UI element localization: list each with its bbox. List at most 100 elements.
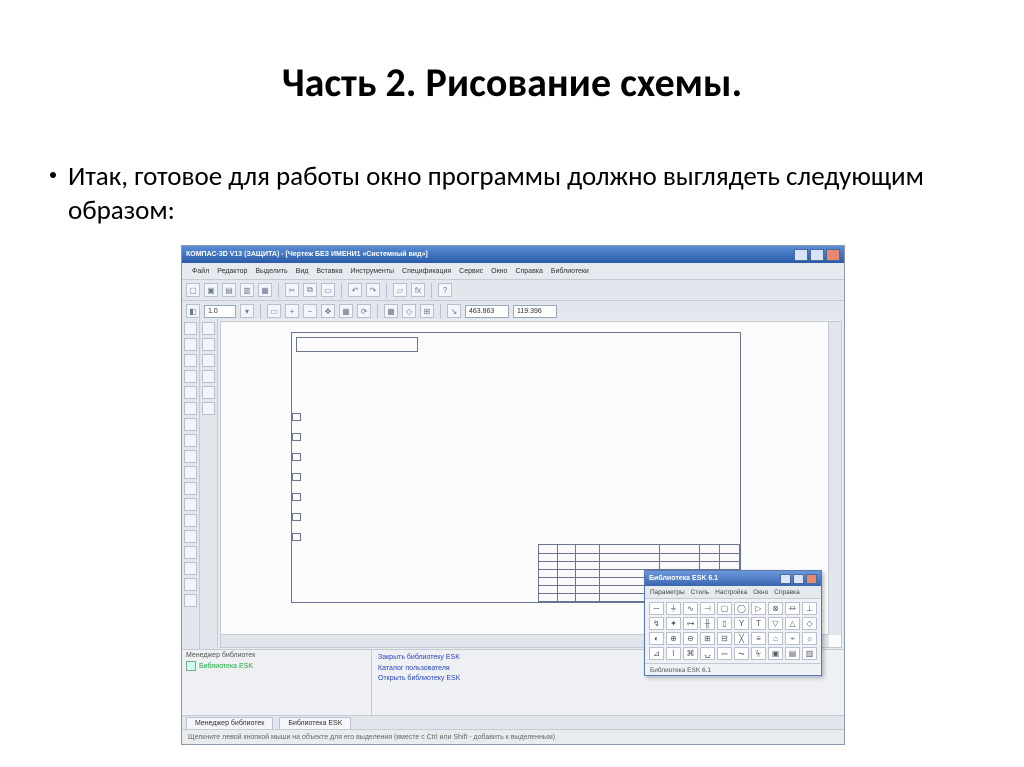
- save-icon[interactable]: ▤: [222, 283, 236, 297]
- cut-icon[interactable]: ✂: [285, 283, 299, 297]
- library-tree-item[interactable]: Библиотека ESK: [186, 661, 367, 671]
- palette-menu-style[interactable]: Стиль: [691, 589, 709, 596]
- ortho-icon[interactable]: ⊞: [420, 304, 434, 318]
- help-icon[interactable]: ?: [438, 283, 452, 297]
- symbol-icon[interactable]: ✦: [666, 617, 681, 630]
- symbol-icon[interactable]: ⏚: [666, 602, 681, 615]
- palette-menu-window[interactable]: Окно: [753, 589, 768, 596]
- palette-maximize-button[interactable]: [793, 574, 804, 584]
- symbol-icon[interactable]: ▣: [768, 647, 783, 660]
- symbol-icon[interactable]: ╳: [734, 632, 749, 645]
- symbol-icon[interactable]: ⊣: [700, 602, 715, 615]
- symbol-icon[interactable]: ▯: [717, 617, 732, 630]
- symbol-icon[interactable]: ◇: [802, 617, 817, 630]
- paste-icon[interactable]: ▭: [321, 283, 335, 297]
- extra1-icon[interactable]: [184, 562, 197, 575]
- symbol-icon[interactable]: ⊗: [768, 602, 783, 615]
- menu-help[interactable]: Справка: [515, 268, 542, 275]
- symbol-icon[interactable]: ─: [649, 602, 664, 615]
- zoom-in-icon[interactable]: +: [285, 304, 299, 318]
- symbol-icon[interactable]: ☼: [802, 632, 817, 645]
- hatch-icon[interactable]: [184, 450, 197, 463]
- line-icon[interactable]: [184, 338, 197, 351]
- symbol-icon[interactable]: Y: [734, 617, 749, 630]
- dim-icon[interactable]: [184, 434, 197, 447]
- compact5-icon[interactable]: [202, 386, 215, 399]
- menu-file[interactable]: Файл: [192, 268, 209, 275]
- menu-window[interactable]: Окно: [491, 268, 507, 275]
- symbol-icon[interactable]: ⊞: [700, 632, 715, 645]
- edit-icon[interactable]: [184, 466, 197, 479]
- circle-icon[interactable]: [184, 354, 197, 367]
- close-button[interactable]: [826, 249, 840, 261]
- menu-view[interactable]: Вид: [296, 268, 309, 275]
- menu-insert[interactable]: Вставка: [316, 268, 342, 275]
- redo-icon[interactable]: ↷: [366, 283, 380, 297]
- symbol-icon[interactable]: ⊟: [717, 632, 732, 645]
- refresh-icon[interactable]: ⟳: [357, 304, 371, 318]
- compact2-icon[interactable]: [202, 338, 215, 351]
- symbol-icon[interactable]: ⍽: [700, 647, 715, 660]
- minimize-button[interactable]: [794, 249, 808, 261]
- compact1-icon[interactable]: [202, 322, 215, 335]
- arc-icon[interactable]: [184, 370, 197, 383]
- maximize-button[interactable]: [810, 249, 824, 261]
- zoom-out-icon[interactable]: −: [303, 304, 317, 318]
- symbol-icon[interactable]: ▢: [717, 602, 732, 615]
- rect-icon[interactable]: [184, 386, 197, 399]
- tab-library-manager[interactable]: Менеджер библиотек: [186, 717, 273, 730]
- symbol-icon[interactable]: ⌁: [785, 632, 800, 645]
- pan-icon[interactable]: ✥: [321, 304, 335, 318]
- symbol-icon[interactable]: ╫: [700, 617, 715, 630]
- symbol-icon[interactable]: ⏧: [751, 647, 766, 660]
- menu-tools[interactable]: Инструменты: [350, 268, 394, 275]
- palette-close-button[interactable]: [806, 574, 817, 584]
- symbol-icon[interactable]: ◐: [649, 632, 664, 645]
- print-icon[interactable]: ▥: [240, 283, 254, 297]
- symbol-icon[interactable]: ⏛: [785, 602, 800, 615]
- cursor-icon[interactable]: [184, 322, 197, 335]
- symbol-icon[interactable]: △: [785, 617, 800, 630]
- symbol-icon[interactable]: ⎓: [717, 647, 732, 660]
- palette-titlebar[interactable]: Библиотека ESK 6.1: [645, 571, 821, 586]
- palette-menu-help[interactable]: Справка: [774, 589, 800, 596]
- spec-icon[interactable]: [184, 514, 197, 527]
- dropdown-icon[interactable]: ▾: [240, 304, 254, 318]
- library-palette[interactable]: Библиотека ESK 6.1 Параметры Стиль Настр…: [644, 570, 822, 676]
- coord-y[interactable]: 119.396: [513, 305, 557, 318]
- symbol-icon[interactable]: ▷: [751, 602, 766, 615]
- tab-library-esk[interactable]: Библиотека ESK: [279, 717, 351, 730]
- text-icon[interactable]: [184, 418, 197, 431]
- extra2-icon[interactable]: [184, 578, 197, 591]
- spline-icon[interactable]: [184, 402, 197, 415]
- symbol-icon[interactable]: ⊿: [649, 647, 664, 660]
- menu-select[interactable]: Выделить: [255, 268, 287, 275]
- palette-minimize-button[interactable]: [780, 574, 791, 584]
- coord-x[interactable]: 463.863: [465, 305, 509, 318]
- layer-icon[interactable]: ◧: [186, 304, 200, 318]
- scale-field[interactable]: 1.0: [204, 305, 236, 318]
- palette-menu-settings[interactable]: Настройка: [715, 589, 747, 596]
- new-icon[interactable]: ▢: [186, 283, 200, 297]
- symbol-icon[interactable]: ⌘: [683, 647, 698, 660]
- symbol-icon[interactable]: ◯: [734, 602, 749, 615]
- scrollbar-vertical[interactable]: [828, 322, 841, 635]
- symbol-icon[interactable]: ≡: [751, 632, 766, 645]
- zoom-window-icon[interactable]: ▦: [339, 304, 353, 318]
- param-icon[interactable]: [184, 482, 197, 495]
- snap-icon[interactable]: ◇: [402, 304, 416, 318]
- coord-icon[interactable]: ↘: [447, 304, 461, 318]
- report-icon[interactable]: [184, 530, 197, 543]
- symbol-icon[interactable]: ⊶: [683, 617, 698, 630]
- symbol-icon[interactable]: ⊕: [666, 632, 681, 645]
- compact6-icon[interactable]: [202, 402, 215, 415]
- symbol-icon[interactable]: T: [751, 617, 766, 630]
- symbol-icon[interactable]: ▽: [768, 617, 783, 630]
- open-icon[interactable]: ▣: [204, 283, 218, 297]
- grid-icon[interactable]: ▦: [384, 304, 398, 318]
- copy-icon[interactable]: ⧉: [303, 283, 317, 297]
- compact3-icon[interactable]: [202, 354, 215, 367]
- menu-spec[interactable]: Спецификация: [402, 268, 451, 275]
- lib-icon[interactable]: ▱: [393, 283, 407, 297]
- symbol-icon[interactable]: ⊥: [802, 602, 817, 615]
